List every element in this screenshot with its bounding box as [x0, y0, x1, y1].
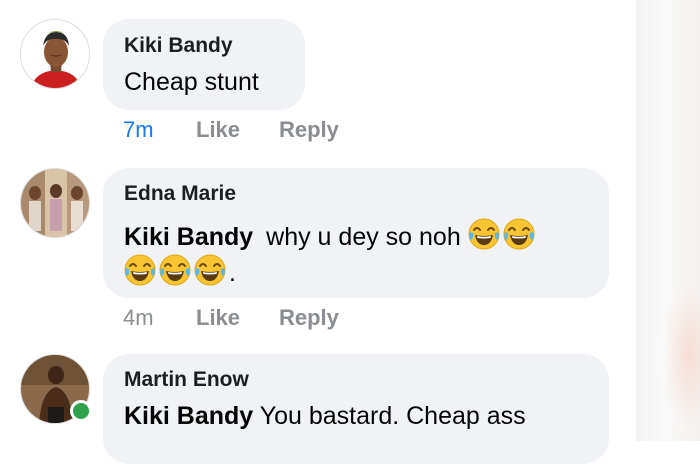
comment-text-suffix: . [229, 259, 236, 287]
comment-author[interactable]: Edna Marie [124, 182, 236, 206]
avatar[interactable] [20, 168, 90, 238]
background-blur [662, 280, 700, 430]
comment-time[interactable]: 4m [123, 305, 154, 331]
comment-text-line2: . [124, 254, 236, 288]
comment-bubble[interactable]: Martin Enow Kiki Bandy You bastard. Chea… [103, 354, 609, 464]
reply-button[interactable]: Reply [279, 117, 339, 143]
tears-of-joy-emoji-icon [124, 254, 156, 286]
tears-of-joy-emoji-icon [468, 218, 500, 250]
side-background [636, 0, 700, 441]
tears-of-joy-emoji-icon [503, 218, 535, 250]
comment-author[interactable]: Martin Enow [124, 368, 249, 392]
comment-text: Kiki Bandy You bastard. Cheap ass [124, 402, 526, 431]
avatar[interactable] [20, 19, 90, 89]
mention-link[interactable]: Kiki Bandy [124, 223, 253, 251]
comment-text-line: why u dey so noh [266, 223, 461, 251]
tears-of-joy-emoji-icon [159, 254, 191, 286]
like-button[interactable]: Like [196, 305, 240, 331]
comment-bubble[interactable]: Kiki Bandy Cheap stunt [103, 19, 305, 110]
comment-text: Kiki Bandy why u dey so noh [124, 218, 538, 252]
comment-bubble[interactable]: Edna Marie Kiki Bandy why u dey so noh . [103, 168, 609, 298]
reply-button[interactable]: Reply [279, 305, 339, 331]
comment-author[interactable]: Kiki Bandy [124, 34, 233, 58]
online-status-icon [70, 400, 92, 422]
comment-time[interactable]: 7m [123, 117, 154, 143]
comment-text-line: You bastard. Cheap ass [259, 402, 526, 430]
mention-link[interactable]: Kiki Bandy [124, 402, 253, 430]
tears-of-joy-emoji-icon [194, 254, 226, 286]
comment-feed: Kiki Bandy Cheap stunt 7m Like Reply Edn… [0, 0, 636, 464]
like-button[interactable]: Like [196, 117, 240, 143]
comment-text: Cheap stunt [124, 68, 259, 96]
